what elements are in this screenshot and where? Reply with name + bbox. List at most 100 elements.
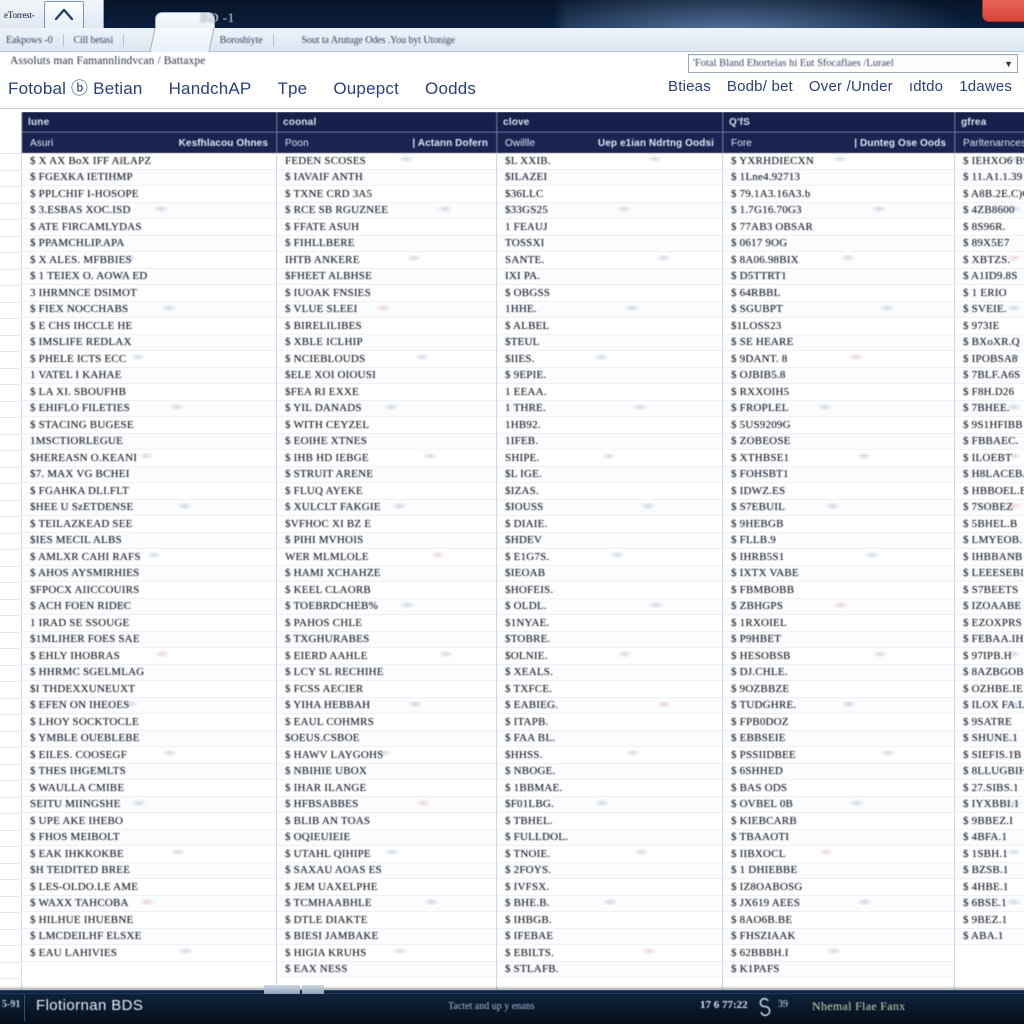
table-row[interactable]: $ 1 ERIO <box>955 285 1024 302</box>
column-subheader-3[interactable]: Fore | Dunteg Ose Oods <box>723 132 955 153</box>
table-row[interactable]: $1LOSS23 <box>723 318 954 335</box>
table-row[interactable]: IHTB ANKERE <box>277 252 496 269</box>
table-row[interactable]: 1IFEB. <box>497 433 722 450</box>
column-subheader-1[interactable]: Poon | Actann Dofern <box>277 132 497 153</box>
table-row[interactable]: $ 11.A1.1.39 <box>955 169 1024 186</box>
table-row[interactable]: $ EFEN ON IHEOES <box>22 697 276 714</box>
table-row[interactable]: $ ZBHGPS <box>723 598 954 615</box>
table-row[interactable]: $ SAXAU AOAS ES <box>277 862 496 879</box>
table-row[interactable]: $ EABIEG. <box>497 697 722 714</box>
table-row[interactable]: 1MSCTIORLEGUE <box>22 433 276 450</box>
table-row[interactable]: $ SIEFIS.1B <box>955 747 1024 764</box>
table-row[interactable]: $ 8LLUGBIH <box>955 763 1024 780</box>
table-row[interactable]: $IZAS. <box>497 483 722 500</box>
table-row[interactable]: $ FOHSBT1 <box>723 466 954 483</box>
column-group-header-4[interactable]: gfrea <box>955 112 1024 132</box>
chevron-down-icon[interactable]: ▼ <box>1004 59 1013 69</box>
table-row[interactable]: $ HILHUE IHUEBNE <box>22 912 276 929</box>
table-row[interactable]: $ JX619 AEES <box>723 895 954 912</box>
table-row[interactable]: FEDEN SCOSES <box>277 153 496 170</box>
table-row[interactable]: $ KEEL CLAORB <box>277 582 496 599</box>
table-row[interactable]: $L IGE. <box>497 466 722 483</box>
table-row[interactable]: $IES MECIL ALBS <box>22 532 276 549</box>
table-row[interactable]: $ 62BBBH.I <box>723 945 954 962</box>
table-row[interactable]: $ 8S96R. <box>955 219 1024 236</box>
table-row[interactable]: $ KIEBCARB <box>723 813 954 830</box>
table-row[interactable]: $ IHAR ILANGE <box>277 780 496 797</box>
table-row[interactable]: $ ITAPB. <box>497 714 722 731</box>
table-row[interactable]: $FEA RI EXXE <box>277 384 496 401</box>
table-row[interactable]: $ BZSB.1 <box>955 862 1024 879</box>
column-group-header-3[interactable]: Q'fS <box>723 112 955 132</box>
table-row[interactable]: $ IPOBSA8 <box>955 351 1024 368</box>
table-row[interactable]: $36LLC <box>497 186 722 203</box>
table-row[interactable]: $HEE U SzETDENSE <box>22 499 276 516</box>
table-row[interactable]: $1NYAE. <box>497 615 722 632</box>
table-row[interactable]: $ BIESI JAMBAKE <box>277 928 496 945</box>
column-group-header-2[interactable]: clove <box>497 112 723 132</box>
nav-item-bets[interactable]: Btieas <box>668 78 711 95</box>
table-row[interactable]: $ IAVAIF ANTH <box>277 169 496 186</box>
nav-item-type[interactable]: Tpe <box>277 79 307 99</box>
table-row[interactable]: $ 89X5E7 <box>955 235 1024 252</box>
table-row[interactable]: $ WITH CEYZEL <box>277 417 496 434</box>
table-row[interactable]: $ UPE AKE IHEBO <box>22 813 276 830</box>
table-row[interactable]: $ LMCDEILHF ELSXE <box>22 928 276 945</box>
table-row[interactable]: $ 77AB3 OBSAR <box>723 219 954 236</box>
table-row[interactable]: $ 7BHEE. <box>955 400 1024 417</box>
table-row[interactable]: $ FAA BL. <box>497 730 722 747</box>
table-row[interactable]: $ IZOAABE <box>955 598 1024 615</box>
table-row[interactable]: $ ILOEBT <box>955 450 1024 467</box>
table-row[interactable]: $ SHUNE.1 <box>955 730 1024 747</box>
table-row[interactable]: $ ALBEL <box>497 318 722 335</box>
table-row[interactable]: $ XBTZS. <box>955 252 1024 269</box>
table-row[interactable]: $ BXoXR.Q <box>955 334 1024 351</box>
column-subheader-4[interactable]: Parltenarnces <box>955 132 1024 153</box>
table-row[interactable]: $ FIEX NOCCHABS <box>22 301 276 318</box>
table-row[interactable]: $ PSSIIDBEE <box>723 747 954 764</box>
table-row[interactable]: $IOUSS <box>497 499 722 516</box>
table-row[interactable]: $ F8H.D26 <box>955 384 1024 401</box>
table-row[interactable]: $ HFBSABBES <box>277 796 496 813</box>
table-row[interactable]: $ELE XOI OIOUSI <box>277 367 496 384</box>
table-row[interactable]: $ 9HEBGB <box>723 516 954 533</box>
table-row[interactable]: $ EZOXPRS <box>955 615 1024 632</box>
table-row[interactable]: $ WAULLA CMIBE <box>22 780 276 797</box>
table-row[interactable]: $ THES IHGEMLTS <box>22 763 276 780</box>
table-row[interactable]: $ 5BHEL.B <box>955 516 1024 533</box>
table-row[interactable]: $ TXGHURABES <box>277 631 496 648</box>
table-row[interactable]: $ 9EPIE. <box>497 367 722 384</box>
table-row[interactable]: $ 1.7G16.70G3 <box>723 202 954 219</box>
table-row[interactable]: $ 4BFA.1 <box>955 829 1024 846</box>
table-row[interactable]: $ ACH FOEN RIDEC <box>22 598 276 615</box>
table-row[interactable]: $IEOAB <box>497 565 722 582</box>
table-row[interactable]: $ IXTX VABE <box>723 565 954 582</box>
table-row[interactable]: $ 1BBMAE. <box>497 780 722 797</box>
table-row[interactable]: $ DJ.CHLE. <box>723 664 954 681</box>
table-row[interactable]: $ FFATE ASUH <box>277 219 496 236</box>
nav-item-odds[interactable]: Oodds <box>425 79 476 99</box>
start-badge[interactable]: 5-91 <box>2 999 20 1010</box>
nav-item-odd[interactable]: ıdtdo <box>909 78 943 95</box>
table-row[interactable]: $ UTAHL QIHIPE <box>277 846 496 863</box>
table-row[interactable]: $ 1 DHIEBBE <box>723 862 954 879</box>
table-row[interactable]: $ HAWV LAYGOHS <box>277 747 496 764</box>
table-row[interactable]: $ 0617 9OG <box>723 235 954 252</box>
table-row[interactable]: $ 8AZBGOB <box>955 664 1024 681</box>
table-row[interactable]: $ K1PAFS <box>723 961 954 978</box>
table-row[interactable]: $ X ALES. MFBBIES <box>22 252 276 269</box>
table-row[interactable]: $ YIHA HEBBAH <box>277 697 496 714</box>
nav-item-both-bet[interactable]: Bodb/ bet <box>727 78 793 95</box>
table-row[interactable]: 3 IHRMNCE DSIMOT <box>22 285 276 302</box>
table-row[interactable]: $ HAMI XCHAHZE <box>277 565 496 582</box>
table-row[interactable]: $ STLAFB. <box>497 961 722 978</box>
table-row[interactable]: $ IHBBANB <box>955 549 1024 566</box>
table-row[interactable]: $ OBGSS <box>497 285 722 302</box>
table-row[interactable]: $ 5US9209G <box>723 417 954 434</box>
table-row[interactable]: $ XEALS. <box>497 664 722 681</box>
table-row[interactable]: $ LMYEOB. <box>955 532 1024 549</box>
table-row[interactable]: $ 9S1HFIBB <box>955 417 1024 434</box>
table-row[interactable]: $FHEET ALBHSE <box>277 268 496 285</box>
taskbar-app-label[interactable]: Flotiornan BDS <box>36 997 143 1014</box>
table-row[interactable]: $ EBILTS. <box>497 945 722 962</box>
